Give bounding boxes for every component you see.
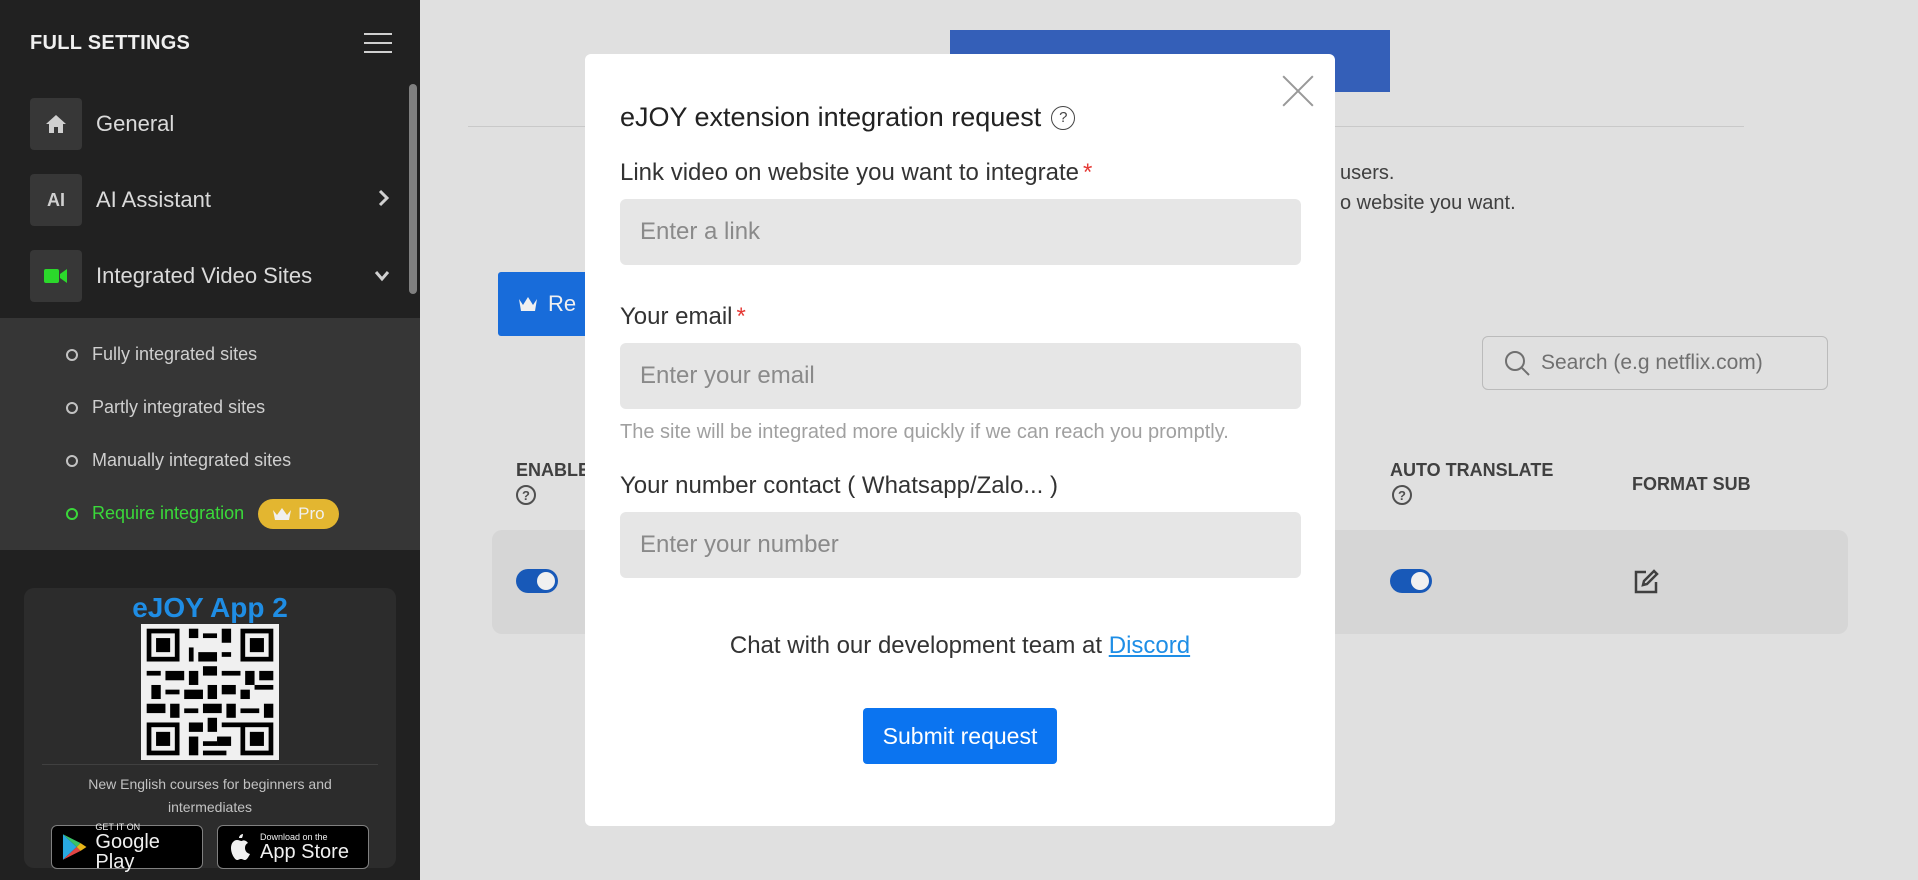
- modal-title: eJOY extension integration request ?: [620, 102, 1300, 133]
- required-mark: *: [1082, 159, 1093, 186]
- submit-request-button[interactable]: Submit request: [862, 708, 1058, 764]
- number-field-group: Your number contact ( Whatsapp/Zalo... ): [620, 472, 1301, 578]
- email-field-group: Your email* The site will be integrated …: [620, 303, 1301, 444]
- help-icon[interactable]: ?: [1051, 105, 1076, 130]
- email-input[interactable]: [620, 343, 1301, 409]
- link-field-group: Link video on website you want to integr…: [620, 159, 1301, 265]
- close-icon[interactable]: [1281, 74, 1315, 108]
- chat-text: Chat with our development team at: [729, 632, 1103, 659]
- discord-link[interactable]: Discord: [1109, 632, 1190, 659]
- number-field-label: Your number contact ( Whatsapp/Zalo... ): [620, 472, 1058, 499]
- link-input[interactable]: [620, 199, 1301, 265]
- email-field-label: Your email *: [620, 303, 1300, 331]
- email-label-text: Your email: [620, 303, 733, 330]
- chat-line: Chat with our development team at Discor…: [620, 632, 1300, 660]
- number-input[interactable]: [620, 512, 1301, 578]
- required-mark: *: [736, 303, 746, 330]
- modal-title-text: eJOY extension integration request: [620, 102, 1042, 132]
- email-hint: The site will be integrated more quickly…: [620, 421, 1229, 443]
- submit-wrap: Submit request: [620, 708, 1300, 764]
- integration-request-modal: eJOY extension integration request ? Lin…: [585, 54, 1335, 826]
- link-label-text: Link video on website you want to integr…: [620, 159, 1079, 186]
- link-field-label: Link video on website you want to integr…: [620, 159, 1300, 187]
